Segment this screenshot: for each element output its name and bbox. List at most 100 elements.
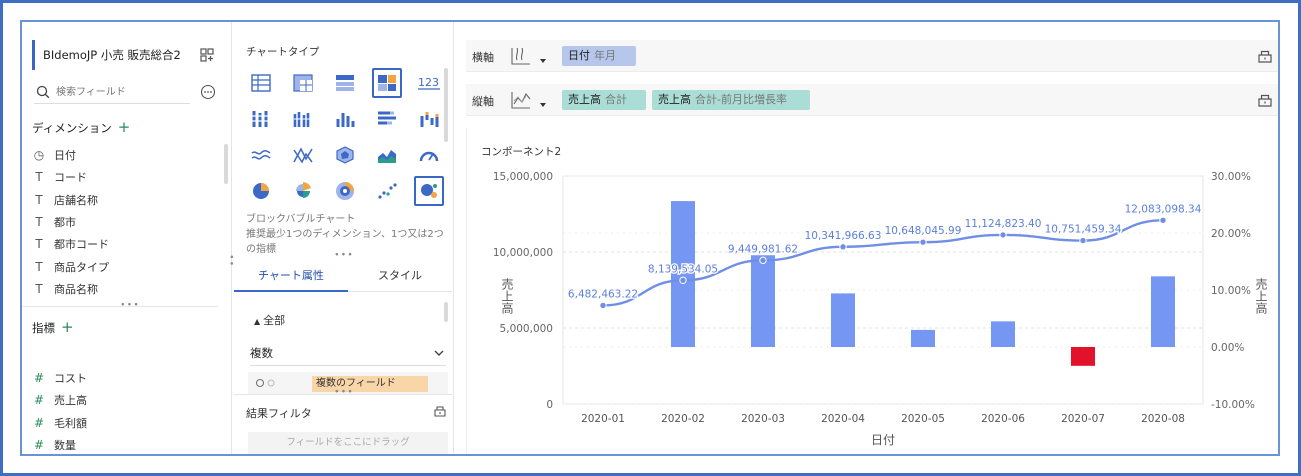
field-search xyxy=(34,82,190,104)
x-tick-label: 2020-02 xyxy=(661,413,705,425)
field-panel: BIdemoJP 小売 販売総合2 ディメンション+ ◷日付TコードT店舗名称T… xyxy=(22,22,236,454)
data-label: 10,751,459.34 xyxy=(1045,224,1122,236)
field-item[interactable]: # 数量 xyxy=(32,435,76,454)
type-scrollbar[interactable] xyxy=(444,68,448,142)
line-point xyxy=(1159,216,1167,225)
more-options-icon[interactable] xyxy=(200,84,216,100)
all-label: 全部 xyxy=(263,314,286,327)
field-scrollbar[interactable] xyxy=(224,144,228,184)
filter-settings-icon[interactable] xyxy=(434,405,446,417)
axis-field-pill[interactable]: 売上高 合計-前月比増長率 xyxy=(652,90,810,110)
table-chart-icon[interactable] xyxy=(246,68,276,98)
field-label: 日付 xyxy=(54,149,76,162)
tab-chart-properties[interactable]: チャート属性 xyxy=(234,260,348,292)
filter-resize-handle[interactable]: ∙∙∙ xyxy=(334,387,354,397)
field-item[interactable]: T コード xyxy=(32,167,87,187)
collapse-triangle-icon: ▲ xyxy=(254,317,261,326)
clock-icon: ◷ xyxy=(33,148,45,162)
text-type-icon: T xyxy=(35,214,43,229)
resize-handle[interactable]: ∙∙∙ xyxy=(120,300,140,310)
line-point xyxy=(759,256,767,265)
field-item[interactable]: # コスト xyxy=(32,368,87,388)
line-point xyxy=(839,243,847,251)
chevron-down-icon xyxy=(434,350,444,356)
field-label: コスト xyxy=(54,372,87,385)
selected-chart-name: ブロックバブルチャート xyxy=(246,214,356,225)
y-axis-settings-icon[interactable] xyxy=(1258,93,1272,107)
field-item[interactable]: # 売上高 xyxy=(32,390,87,410)
column-chart-icon[interactable] xyxy=(330,104,360,134)
left-tick-label: 10,000,000 xyxy=(493,247,553,259)
pie-chart-icon[interactable] xyxy=(246,176,276,206)
kpi-number-icon[interactable]: 123 xyxy=(414,68,444,98)
field-label: 商品タイプ xyxy=(54,260,109,274)
bubble-chart-icon[interactable] xyxy=(414,176,444,206)
data-label: 12,083,098.34 xyxy=(1125,203,1202,215)
right-axis-title: 売上高 xyxy=(1254,277,1268,315)
add-measure-icon[interactable]: + xyxy=(61,318,74,336)
multi-field-chip[interactable]: 複数のフィールド xyxy=(312,376,428,392)
field-item[interactable]: T 商品タイプ xyxy=(32,257,109,277)
pivot-table-icon[interactable] xyxy=(288,68,318,98)
axis-field-pill[interactable]: 日付 年月 xyxy=(562,46,636,66)
add-dimension-icon[interactable]: + xyxy=(118,118,131,136)
crosstab-icon[interactable] xyxy=(330,68,360,98)
search-input[interactable] xyxy=(56,82,186,102)
x-tick-label: 2020-07 xyxy=(1061,413,1105,425)
x-tick-label: 2020-03 xyxy=(741,413,785,425)
left-tick-label: 15,000,000 xyxy=(493,171,553,183)
line-chart-icon[interactable] xyxy=(246,140,276,170)
axis-field-pill[interactable]: 売上高 合計 xyxy=(562,90,646,110)
x-tick-label: 2020-06 xyxy=(981,413,1025,425)
rose-chart-icon[interactable] xyxy=(288,176,318,206)
field-item[interactable]: # 毛利額 xyxy=(32,413,87,433)
bar-chart-icon[interactable] xyxy=(372,104,402,134)
y-axis-shelf: 縦軸 売上高 合計 売上高 合計-前月比増長率 xyxy=(466,84,1278,116)
block-chart-icon[interactable] xyxy=(372,68,402,98)
switch-dataset-icon[interactable] xyxy=(200,48,214,62)
right-tick-label: 0.00% xyxy=(1211,342,1244,354)
gauge-icon[interactable] xyxy=(414,140,444,170)
x-axis-settings-icon[interactable] xyxy=(1258,49,1272,63)
bar xyxy=(911,329,935,347)
left-axis-title: 売上高 xyxy=(500,277,514,315)
stacked-bar-h-icon[interactable] xyxy=(246,104,276,134)
scatter-chart-icon[interactable] xyxy=(372,176,402,206)
x-axis-type-icon[interactable] xyxy=(510,46,532,66)
radar-chart-icon[interactable] xyxy=(330,140,360,170)
field-item[interactable]: T 都市コード xyxy=(32,234,109,254)
data-label: 10,648,045.99 xyxy=(885,225,962,237)
radar-line-icon[interactable] xyxy=(288,140,318,170)
field-item[interactable]: ◷ 日付 xyxy=(32,145,76,165)
color-settings-icon[interactable] xyxy=(256,377,278,389)
text-type-icon: T xyxy=(35,237,43,252)
area-chart-icon[interactable] xyxy=(372,140,402,170)
data-label: 9,449,981.62 xyxy=(728,243,798,255)
pill-field-name: 売上高 xyxy=(658,93,691,106)
line-point xyxy=(919,238,927,246)
pill-field-name: 売上高 xyxy=(568,93,601,106)
series-mode-select[interactable]: 複数 xyxy=(250,340,446,366)
type-panel-resize-handle[interactable]: ∙∙∙ xyxy=(334,250,354,260)
filter-drop-zone[interactable]: フィールドをここにドラッグ xyxy=(248,432,448,454)
sunburst-icon[interactable] xyxy=(330,176,360,206)
field-item[interactable]: T 店舗名称 xyxy=(32,190,98,210)
text-type-icon: T xyxy=(35,281,43,296)
y-axis-type-icon[interactable] xyxy=(510,90,532,110)
field-item[interactable]: T 商品名称 xyxy=(32,279,98,299)
chart-component[interactable]: コンポーネント2 0 5,000,000 10,000,000 15,000,000-… xyxy=(466,128,1278,454)
data-label: 10,341,966.63 xyxy=(805,230,882,242)
grouped-bar-icon[interactable] xyxy=(288,104,318,134)
right-tick-label: 30.00% xyxy=(1211,171,1251,183)
waterfall-icon[interactable] xyxy=(414,104,444,134)
properties-scrollbar[interactable] xyxy=(444,302,448,322)
dataset-title[interactable]: BIdemoJP 小売 販売総合2 xyxy=(32,40,192,70)
tab-style[interactable]: スタイル xyxy=(348,260,452,292)
all-toggle[interactable]: ▲ 全部 xyxy=(254,312,285,328)
x-axis-shelf: 横軸 日付 年月 xyxy=(466,40,1278,72)
x-axis-dropdown-icon[interactable] xyxy=(540,59,546,63)
field-item[interactable]: T 都市 xyxy=(32,212,76,232)
hash-icon: # xyxy=(33,393,45,408)
y-axis-dropdown-icon[interactable] xyxy=(540,103,546,107)
chart-type-label: チャートタイプ xyxy=(246,46,320,58)
